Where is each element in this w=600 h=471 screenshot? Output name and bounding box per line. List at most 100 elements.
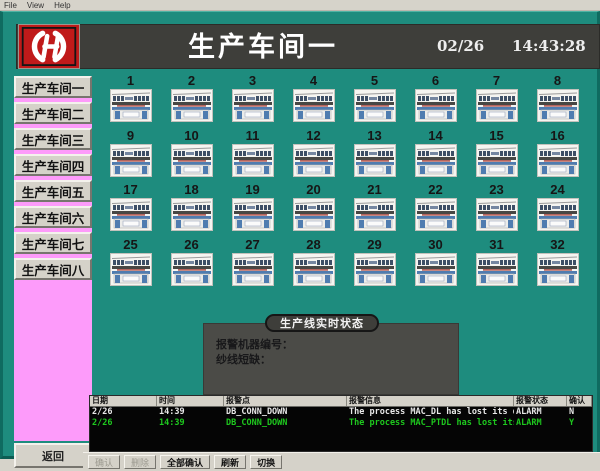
alarm-table-body: 2/2614:39DB_CONN_DOWNThe process MAC_DL …: [90, 407, 592, 429]
alarm-col-header: 报警点: [224, 396, 347, 406]
machine-26[interactable]: 26: [161, 237, 222, 292]
machine-10[interactable]: 10: [161, 128, 222, 183]
machine-9[interactable]: 9: [100, 128, 161, 183]
machine-24[interactable]: 24: [527, 182, 588, 237]
machine-22[interactable]: 22: [405, 182, 466, 237]
machine-number: 30: [428, 238, 442, 252]
alarm-col-header: 确认: [567, 396, 592, 406]
machine-28[interactable]: 28: [283, 237, 344, 292]
machine-13[interactable]: 13: [344, 128, 405, 183]
alarm-toolbar: 确认删除全部确认刷新切换: [83, 452, 600, 471]
machine-5[interactable]: 5: [344, 73, 405, 128]
machine-number: 27: [245, 238, 259, 252]
machine-23[interactable]: 23: [466, 182, 527, 237]
knitting-machine-icon: [354, 198, 396, 231]
machine-12[interactable]: 12: [283, 128, 344, 183]
machine-4[interactable]: 4: [283, 73, 344, 128]
menu-item-view[interactable]: View: [27, 1, 44, 10]
machine-number: 8: [554, 74, 561, 88]
knitting-machine-icon: [293, 253, 335, 286]
machine-27[interactable]: 27: [222, 237, 283, 292]
alarm-col-header: 报警状态: [514, 396, 567, 406]
machine-11[interactable]: 11: [222, 128, 283, 183]
machine-17[interactable]: 17: [100, 182, 161, 237]
switch-button[interactable]: 切换: [250, 455, 282, 469]
knitting-machine-icon: [110, 144, 152, 177]
alarm-cell-status: ALARM: [514, 418, 567, 429]
alarm-cell-status: ALARM: [514, 407, 567, 418]
machine-number: 14: [428, 129, 442, 143]
page-title: 生产车间一: [143, 29, 383, 65]
machine-3[interactable]: 3: [222, 73, 283, 128]
machine-18[interactable]: 18: [161, 182, 222, 237]
machine-19[interactable]: 19: [222, 182, 283, 237]
status-line-2: 纱线短缺：: [216, 353, 458, 368]
machine-16[interactable]: 16: [527, 128, 588, 183]
alarm-cell-time: 14:39: [157, 418, 224, 429]
machine-number: 11: [246, 129, 260, 143]
machine-number: 2: [188, 74, 195, 88]
knitting-machine-icon: [110, 253, 152, 286]
knitting-machine-icon: [293, 198, 335, 231]
sidebar-item-workshop-3[interactable]: 生产车间三: [14, 128, 92, 150]
machine-number: 20: [306, 183, 320, 197]
knitting-machine-icon: [476, 253, 518, 286]
machine-number: 22: [428, 183, 442, 197]
machine-grid: 1 2 3: [100, 73, 588, 291]
machine-8[interactable]: 8: [527, 73, 588, 128]
machine-15[interactable]: 15: [466, 128, 527, 183]
machine-32[interactable]: 32: [527, 237, 588, 292]
machine-7[interactable]: 7: [466, 73, 527, 128]
status-line-1: 报警机器编号：: [216, 338, 458, 353]
machine-6[interactable]: 6: [405, 73, 466, 128]
machine-number: 16: [550, 129, 564, 143]
sidebar-item-workshop-7[interactable]: 生产车间七: [14, 232, 92, 254]
sidebar-item-workshop-4[interactable]: 生产车间四: [14, 154, 92, 176]
back-button[interactable]: 返回: [14, 443, 92, 468]
sidebar-item-workshop-6[interactable]: 生产车间六: [14, 206, 92, 228]
machine-number: 12: [306, 129, 320, 143]
delete-button: 删除: [124, 455, 156, 469]
sidebar-item-workshop-8[interactable]: 生产车间八: [14, 258, 92, 280]
machine-number: 15: [489, 129, 503, 143]
machine-2[interactable]: 2: [161, 73, 222, 128]
sidebar-item-workshop-2[interactable]: 生产车间二: [14, 102, 92, 124]
machine-number: 26: [184, 238, 198, 252]
machine-20[interactable]: 20: [283, 182, 344, 237]
alarm-cell-time: 14:39: [157, 407, 224, 418]
alarm-row[interactable]: 2/2614:39DB_CONN_DOWNThe process MAC_DL …: [90, 407, 592, 418]
knitting-machine-icon: [293, 89, 335, 122]
company-logo: [18, 24, 80, 69]
machine-21[interactable]: 21: [344, 182, 405, 237]
ack-button: 确认: [88, 455, 120, 469]
knitting-machine-icon: [415, 198, 457, 231]
knitting-machine-icon: [171, 253, 213, 286]
machine-14[interactable]: 14: [405, 128, 466, 183]
knitting-machine-icon: [415, 253, 457, 286]
ack-all-button[interactable]: 全部确认: [160, 455, 210, 469]
knitting-machine-icon: [110, 198, 152, 231]
machine-25[interactable]: 25: [100, 237, 161, 292]
knitting-machine-icon: [476, 144, 518, 177]
knitting-machine-icon: [476, 198, 518, 231]
knitting-machine-icon: [537, 253, 579, 286]
sidebar-item-workshop-1[interactable]: 生产车间一: [14, 76, 92, 98]
knitting-machine-icon: [171, 198, 213, 231]
machine-30[interactable]: 30: [405, 237, 466, 292]
alarm-col-header: 时间: [157, 396, 224, 406]
machine-29[interactable]: 29: [344, 237, 405, 292]
machine-number: 21: [367, 183, 381, 197]
alarm-table-header: 日期时间报警点报警信息报警状态确认: [90, 396, 592, 407]
main-window: 生产车间一 02/26 14:43:28 生产车间一生产车间二生产车间三生产车间…: [0, 11, 600, 459]
knitting-machine-icon: [171, 89, 213, 122]
alarm-cell-message: The process MAC_DL has lost its d..: [347, 407, 514, 418]
machine-31[interactable]: 31: [466, 237, 527, 292]
menu-item-file[interactable]: File: [4, 1, 17, 10]
menu-item-help[interactable]: Help: [54, 1, 70, 10]
refresh-button[interactable]: 刷新: [214, 455, 246, 469]
machine-number: 28: [306, 238, 320, 252]
realtime-status-panel: 报警机器编号：纱线短缺：: [203, 323, 459, 395]
machine-1[interactable]: 1: [100, 73, 161, 128]
alarm-row[interactable]: 2/2614:39DB_CONN_DOWNThe process MAC_PTD…: [90, 418, 592, 429]
sidebar-item-workshop-5[interactable]: 生产车间五: [14, 180, 92, 202]
